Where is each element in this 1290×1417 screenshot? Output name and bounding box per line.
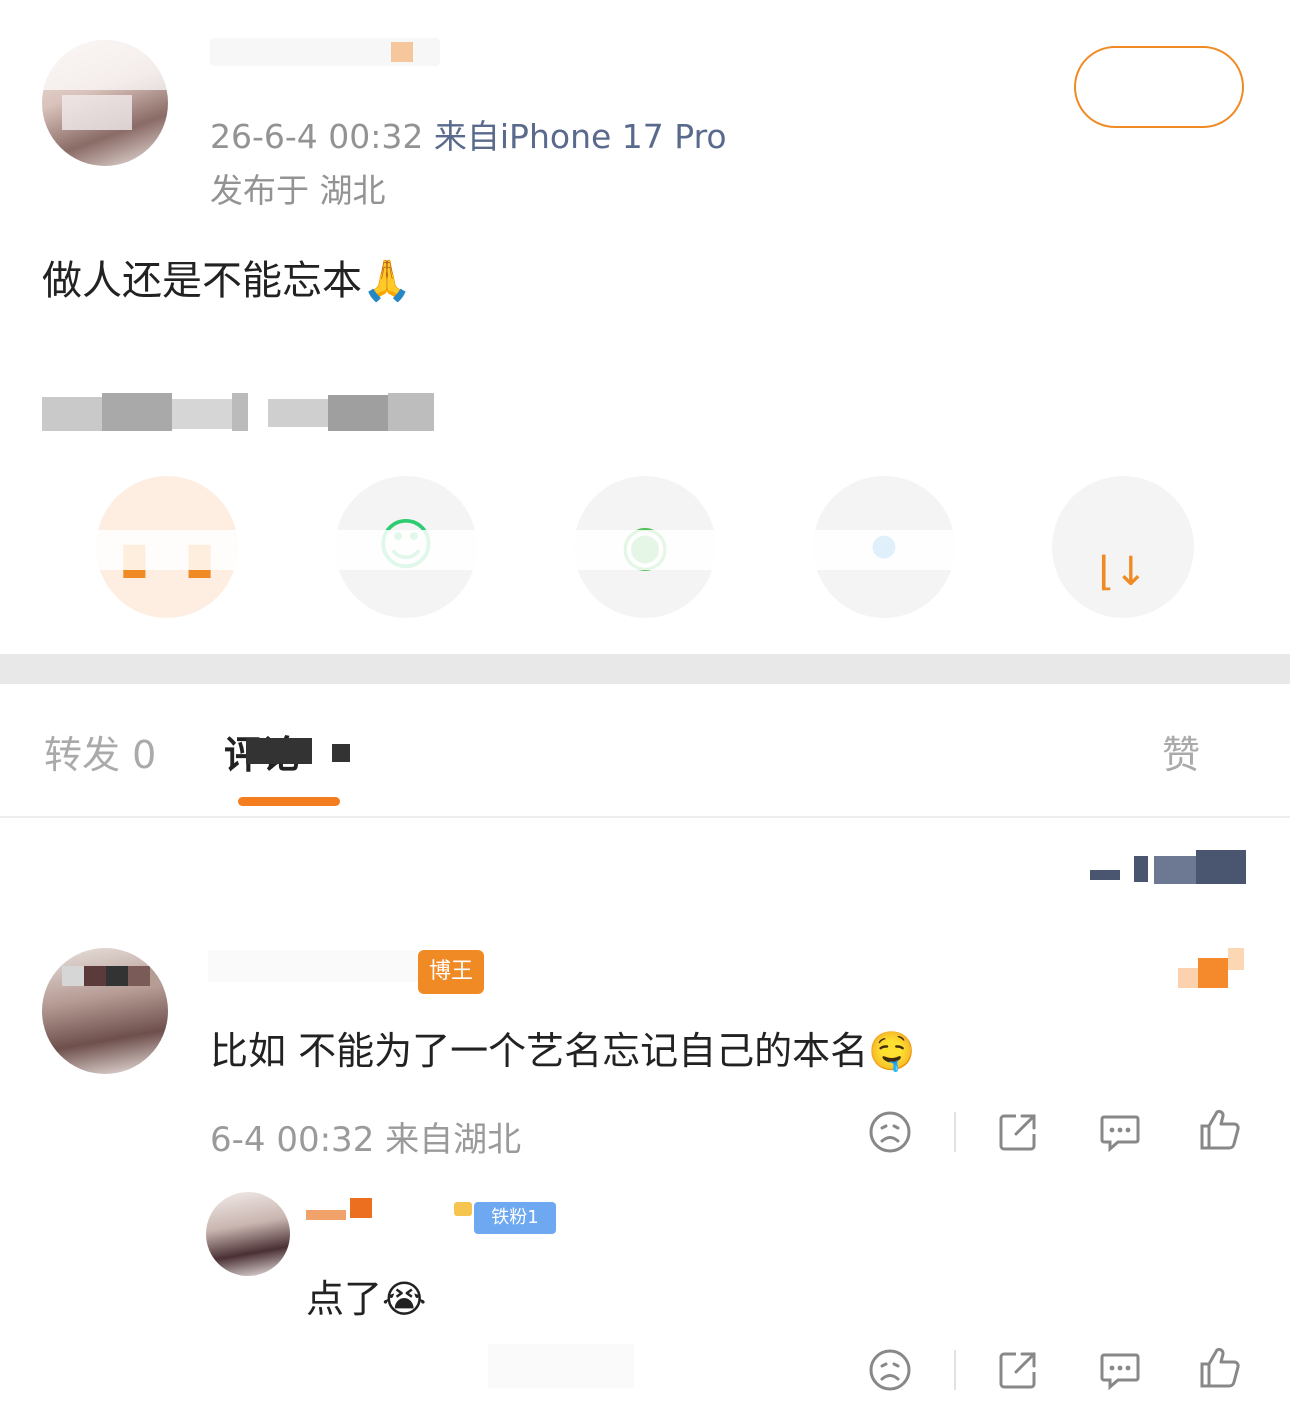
share-option-3[interactable]: ◉ [562, 476, 728, 618]
reply-name-redacted[interactable] [306, 1198, 376, 1222]
tabs-divider [0, 816, 1290, 818]
comment-count-redacted-2 [332, 744, 350, 762]
action-divider [954, 1112, 956, 1152]
share-option-1[interactable]: ▖▗ [84, 476, 250, 618]
tab-repost[interactable]: 转发 0 [44, 724, 156, 779]
reply-more-redacted[interactable] [488, 1344, 634, 1388]
share-icon[interactable] [994, 1346, 1042, 1394]
commenter-name-redacted[interactable] [208, 950, 418, 982]
frown-face-icon[interactable] [866, 1108, 914, 1156]
post-text: 做人还是不能忘本🙏 [42, 258, 412, 304]
comment-bubble-icon[interactable] [1096, 1346, 1144, 1394]
author-avatar[interactable] [42, 40, 168, 166]
follow-button-label-redacted [1096, 58, 1222, 114]
comment-more-redacted[interactable] [1178, 948, 1244, 988]
share-option-2[interactable]: ☺ [323, 476, 489, 618]
action-divider [954, 1350, 956, 1390]
comment-meta: 6-4 00:32 来自湖北 [210, 1120, 522, 1160]
comment-count-redacted [246, 738, 312, 764]
frown-face-icon[interactable] [866, 1346, 914, 1394]
post-location: 发布于 湖北 [210, 171, 386, 210]
reply-level-icon [454, 1202, 472, 1216]
post-meta: 26-6-4 00:32 来自iPhone 17 Pro [210, 110, 727, 158]
share-icon[interactable] [994, 1108, 1042, 1156]
tab-like[interactable]: 赞 [1162, 724, 1200, 779]
section-separator [0, 654, 1290, 684]
active-tab-indicator [238, 797, 340, 806]
thumb-up-icon[interactable] [1196, 1344, 1244, 1392]
thumb-up-icon[interactable] [1196, 1106, 1244, 1154]
download-icon: ⌊↓ [1098, 549, 1148, 595]
comment-text: 比如 不能为了一个艺名忘记自己的本名🤤 [210, 1029, 916, 1073]
reply-avatar[interactable] [206, 1192, 290, 1276]
commenter-avatar[interactable] [42, 948, 168, 1074]
redacted-text-row [42, 393, 434, 433]
author-badge-redacted [391, 42, 413, 62]
comment-bubble-icon[interactable] [1096, 1108, 1144, 1156]
share-option-5[interactable]: ⌊↓ [1052, 476, 1194, 618]
reply-text: 点了😭 [306, 1277, 427, 1321]
sort-toggle-redacted[interactable] [1090, 850, 1246, 884]
commenter-badge: 博王 [418, 950, 484, 994]
post-source[interactable]: 来自iPhone 17 Pro [434, 117, 727, 156]
reply-fan-badge: 铁粉1 [474, 1202, 556, 1234]
post-timestamp: 26-6-4 00:32 [210, 117, 424, 156]
share-option-4[interactable]: ● [801, 476, 967, 618]
